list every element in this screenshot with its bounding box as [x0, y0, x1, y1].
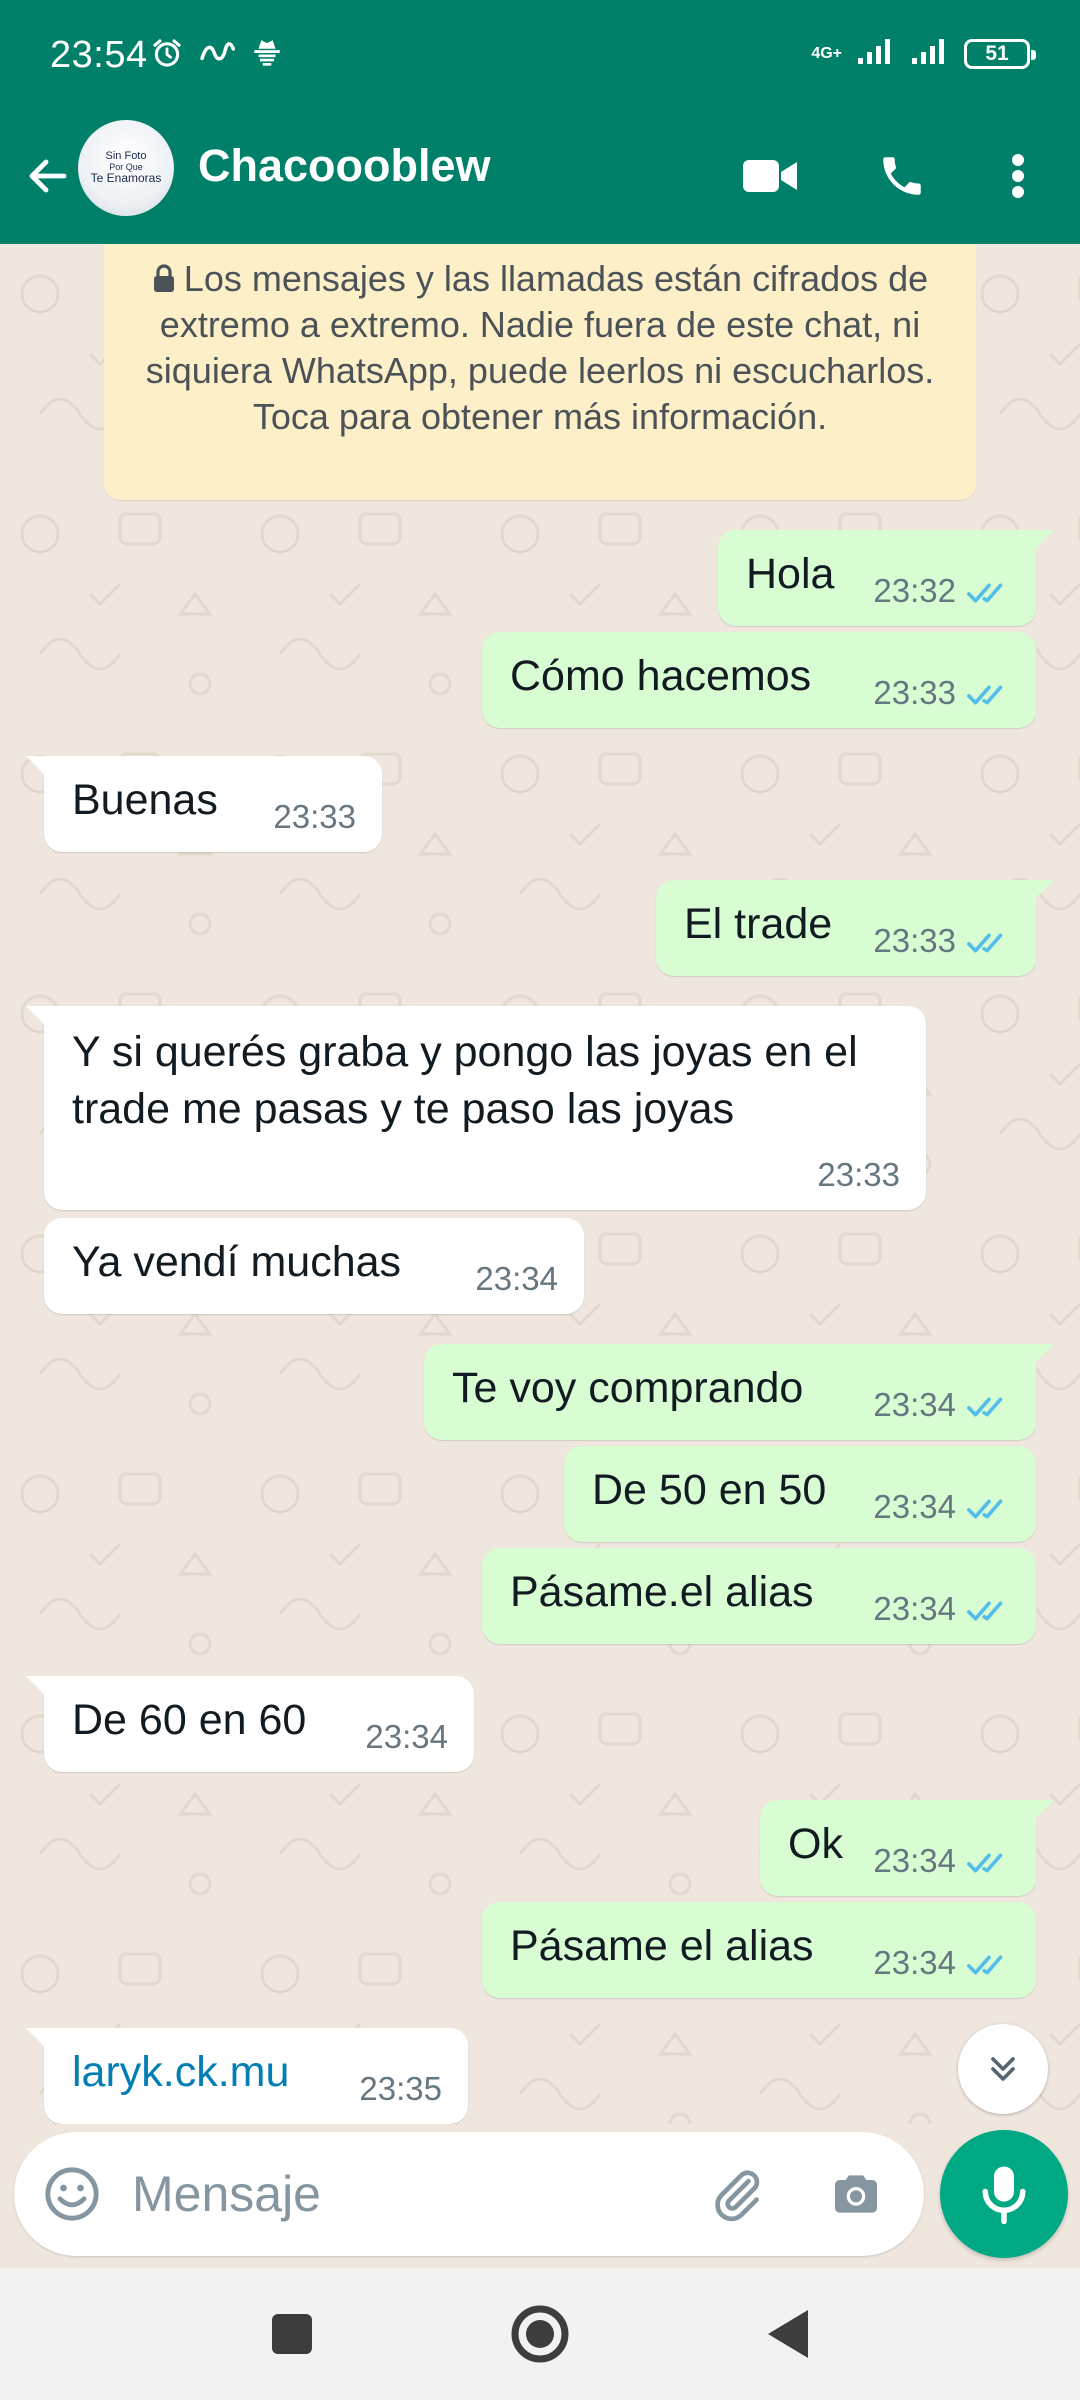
message-text: El trade [684, 900, 833, 948]
attach-icon[interactable] [706, 2162, 770, 2226]
signal-icon [856, 36, 896, 71]
message-time: 23:34 [873, 1842, 956, 1879]
message-text: Hola [746, 550, 835, 598]
status-bar: 23:54 4G+ 51 [0, 0, 1080, 120]
lock-icon [153, 264, 174, 292]
message-time: 23:35 [359, 2070, 442, 2107]
outgoing-message[interactable]: Hola 23:32 [718, 530, 1054, 626]
avatar-text-line: Te Enamoras [90, 171, 162, 186]
back-arrow-icon[interactable] [16, 144, 80, 208]
outgoing-message[interactable]: El trade 23:33 [656, 880, 1054, 976]
read-receipt-icon [966, 680, 1012, 710]
message-time: 23:34 [365, 1718, 448, 1755]
bubble-tail [1032, 1344, 1054, 1366]
outgoing-message[interactable]: Te voy comprando 23:34 [424, 1344, 1054, 1440]
network-type: 4G+ [811, 44, 842, 62]
outgoing-message[interactable]: Ok 23:34 [760, 1800, 1054, 1896]
status-time: 23:54 [50, 34, 148, 76]
message-time: 23:33 [873, 922, 956, 959]
message-time: 23:32 [873, 572, 956, 609]
link-icon [198, 36, 236, 75]
read-receipt-icon [966, 578, 1012, 608]
home-icon[interactable] [508, 2302, 572, 2366]
bubble-tail [26, 2028, 48, 2050]
message-time: 23:34 [873, 1488, 956, 1525]
incoming-message[interactable]: Ya vendí muchas 23:34 [44, 1218, 584, 1314]
read-receipt-icon [966, 1848, 1012, 1878]
outgoing-message[interactable]: Pásame.el alias 23:34 [482, 1548, 1036, 1644]
camera-icon[interactable] [824, 2162, 888, 2226]
encryption-notice[interactable]: Los mensajes y las llamadas están cifrad… [104, 244, 976, 500]
contact-name[interactable]: Chacoooblew [198, 140, 491, 192]
incoming-message[interactable]: laryk.ck.mu 23:35 [26, 2028, 468, 2124]
scroll-to-bottom-button[interactable] [958, 2024, 1048, 2114]
bubble-tail [26, 1676, 48, 1698]
message-time: 23:34 [873, 1944, 956, 1981]
message-text: Buenas [72, 776, 218, 824]
message-time: 23:33 [873, 674, 956, 711]
outgoing-message[interactable]: Cómo hacemos 23:33 [482, 632, 1036, 728]
double-chevron-down-icon [991, 2057, 1015, 2081]
read-receipt-icon [966, 1950, 1012, 1980]
signal-icon [910, 36, 950, 71]
bubble-tail [26, 1006, 48, 1028]
message-composer [14, 2132, 924, 2256]
message-time: 23:33 [273, 798, 356, 835]
message-text: Pásame.el alias [510, 1568, 814, 1616]
incoming-message[interactable]: Y si querés graba y pongo las joyas en e… [26, 1006, 926, 1210]
system-nav-bar [0, 2268, 1080, 2400]
outgoing-message[interactable]: Pásame el alias 23:34 [482, 1902, 1036, 1998]
read-receipt-icon [966, 928, 1012, 958]
alarm-icon [150, 36, 184, 75]
emoji-icon[interactable] [40, 2162, 104, 2226]
battery-icon: 51 [964, 38, 1036, 69]
bubble-tail [1032, 530, 1054, 552]
recent-apps-icon[interactable] [260, 2302, 324, 2366]
message-text: Ya vendí muchas [72, 1238, 402, 1286]
message-link[interactable]: laryk.ck.mu [72, 2048, 289, 2097]
status-right-icons: 4G+ 51 [811, 36, 1036, 71]
incognito-icon [250, 36, 284, 75]
message-text: Cómo hacemos [510, 652, 812, 700]
message-text: De 50 en 50 [592, 1466, 827, 1514]
chat-header: Sin Foto Por Que Te Enamoras Chacoooblew [0, 120, 1080, 244]
bubble-tail [1032, 1800, 1054, 1822]
message-text: Ok [788, 1820, 843, 1868]
outgoing-message[interactable]: De 50 en 50 23:34 [564, 1446, 1036, 1542]
message-time: 23:34 [873, 1590, 956, 1627]
mic-icon[interactable] [940, 2130, 1068, 2258]
avatar[interactable]: Sin Foto Por Que Te Enamoras [78, 120, 174, 216]
read-receipt-icon [966, 1596, 1012, 1626]
read-receipt-icon [966, 1392, 1012, 1422]
message-text: De 60 en 60 [72, 1696, 307, 1744]
status-left-icons [150, 36, 284, 75]
message-text: Te voy comprando [452, 1364, 804, 1412]
message-text: Pásame el alias [510, 1922, 814, 1970]
encryption-notice-text: Los mensajes y las llamadas están cifrad… [145, 258, 935, 437]
message-time: 23:34 [873, 1386, 956, 1423]
bubble-tail [1032, 880, 1054, 902]
more-vertical-icon[interactable] [986, 144, 1050, 208]
bubble-tail [26, 756, 48, 778]
message-text: Y si querés graba y pongo las joyas en e… [72, 1028, 858, 1133]
video-call-icon[interactable] [738, 144, 802, 208]
chat-area[interactable]: Los mensajes y las llamadas están cifrad… [0, 244, 1080, 2124]
incoming-message[interactable]: Buenas 23:33 [26, 756, 382, 852]
read-receipt-icon [966, 1494, 1012, 1524]
incoming-message[interactable]: De 60 en 60 23:34 [26, 1676, 474, 1772]
message-input[interactable] [132, 2160, 692, 2228]
back-icon[interactable] [756, 2302, 820, 2366]
message-time: 23:34 [475, 1260, 558, 1297]
message-time: 23:33 [817, 1156, 900, 1193]
phone-call-icon[interactable] [870, 144, 934, 208]
